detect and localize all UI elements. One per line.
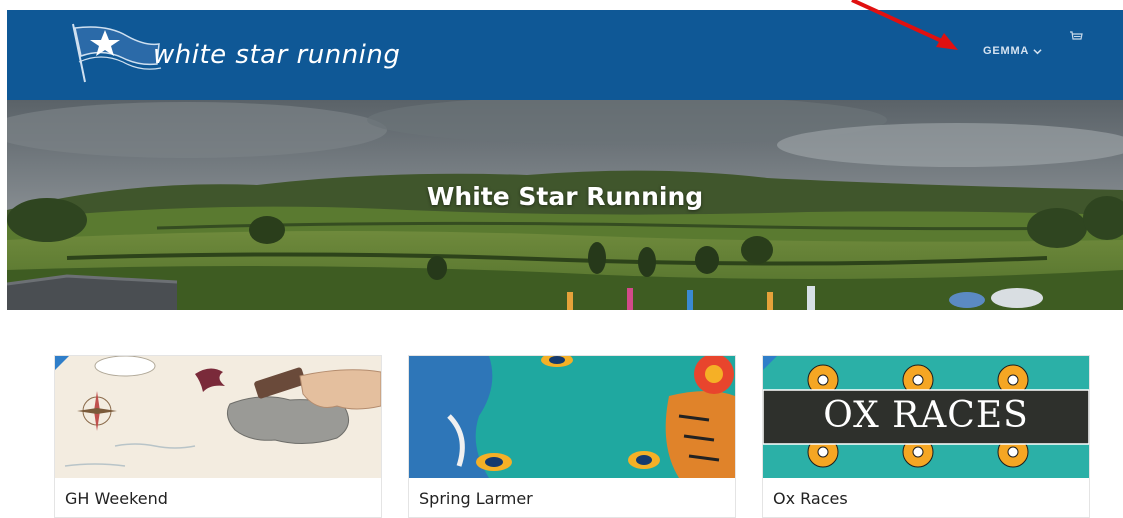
chevron-down-icon xyxy=(1033,48,1042,54)
spring-larmer-jungle-image xyxy=(409,356,735,478)
card-corner-ribbon xyxy=(763,356,777,370)
event-card-ox-races[interactable]: OX RACES Ox Races xyxy=(762,355,1090,518)
card-corner-ribbon xyxy=(55,356,69,370)
event-card-spring-larmer[interactable]: Spring Larmer xyxy=(408,355,736,518)
cart-icon[interactable] xyxy=(1069,30,1083,44)
hero-title: White Star Running xyxy=(426,182,704,211)
hero-banner: White Star Running xyxy=(7,100,1123,310)
user-menu-label: GEMMA xyxy=(983,45,1030,57)
event-card-title[interactable]: Ox Races xyxy=(773,489,848,508)
brand-name[interactable]: white star running xyxy=(153,40,400,70)
event-card-title[interactable]: Spring Larmer xyxy=(419,489,533,508)
event-card-title[interactable]: GH Weekend xyxy=(65,489,168,508)
gh-weekend-map-image xyxy=(55,356,381,478)
ox-races-banner-image: OX RACES xyxy=(763,356,1089,478)
event-card-gh-weekend[interactable]: GH Weekend xyxy=(54,355,382,518)
site-header: white star running GEMMA xyxy=(7,10,1123,100)
ox-races-banner-text: OX RACES xyxy=(823,395,1029,436)
user-menu-gemma[interactable]: GEMMA xyxy=(983,45,1042,57)
